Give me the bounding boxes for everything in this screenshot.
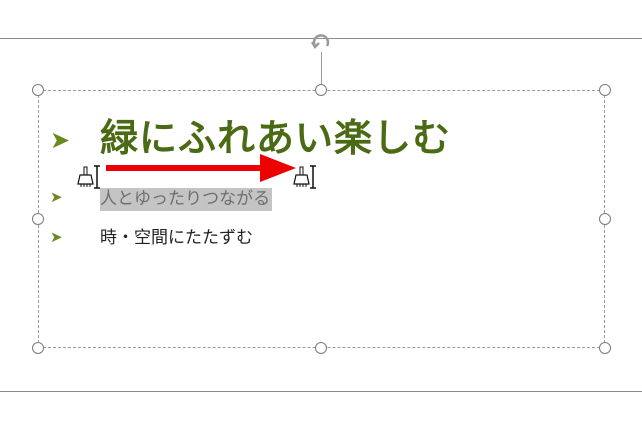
resize-handle-bottom-left[interactable] [32,342,44,354]
bullet-arrow-icon: ➤ [50,188,63,206]
resize-handle-middle-right[interactable] [599,213,611,225]
format-painter-cursor-icon [77,165,100,189]
bullet-arrow-icon: ➤ [50,228,63,246]
bullet-arrow-icon: ➤ [50,126,71,154]
resize-handle-top-left[interactable] [32,84,44,96]
bullet-text[interactable]: 時・空間にたたずむ [100,228,253,248]
rotate-handle-icon[interactable] [309,30,333,54]
selected-bullet-text[interactable]: 人とゆったりつながる [100,188,273,212]
format-painter-cursor-icon [293,165,316,189]
resize-handle-middle-left[interactable] [32,213,44,225]
right-arrow-icon [106,154,296,182]
resize-handle-bottom-right[interactable] [599,342,611,354]
resize-handle-bottom-center[interactable] [315,342,327,354]
resize-handle-top-center[interactable] [315,84,327,96]
resize-handle-top-right[interactable] [599,84,611,96]
